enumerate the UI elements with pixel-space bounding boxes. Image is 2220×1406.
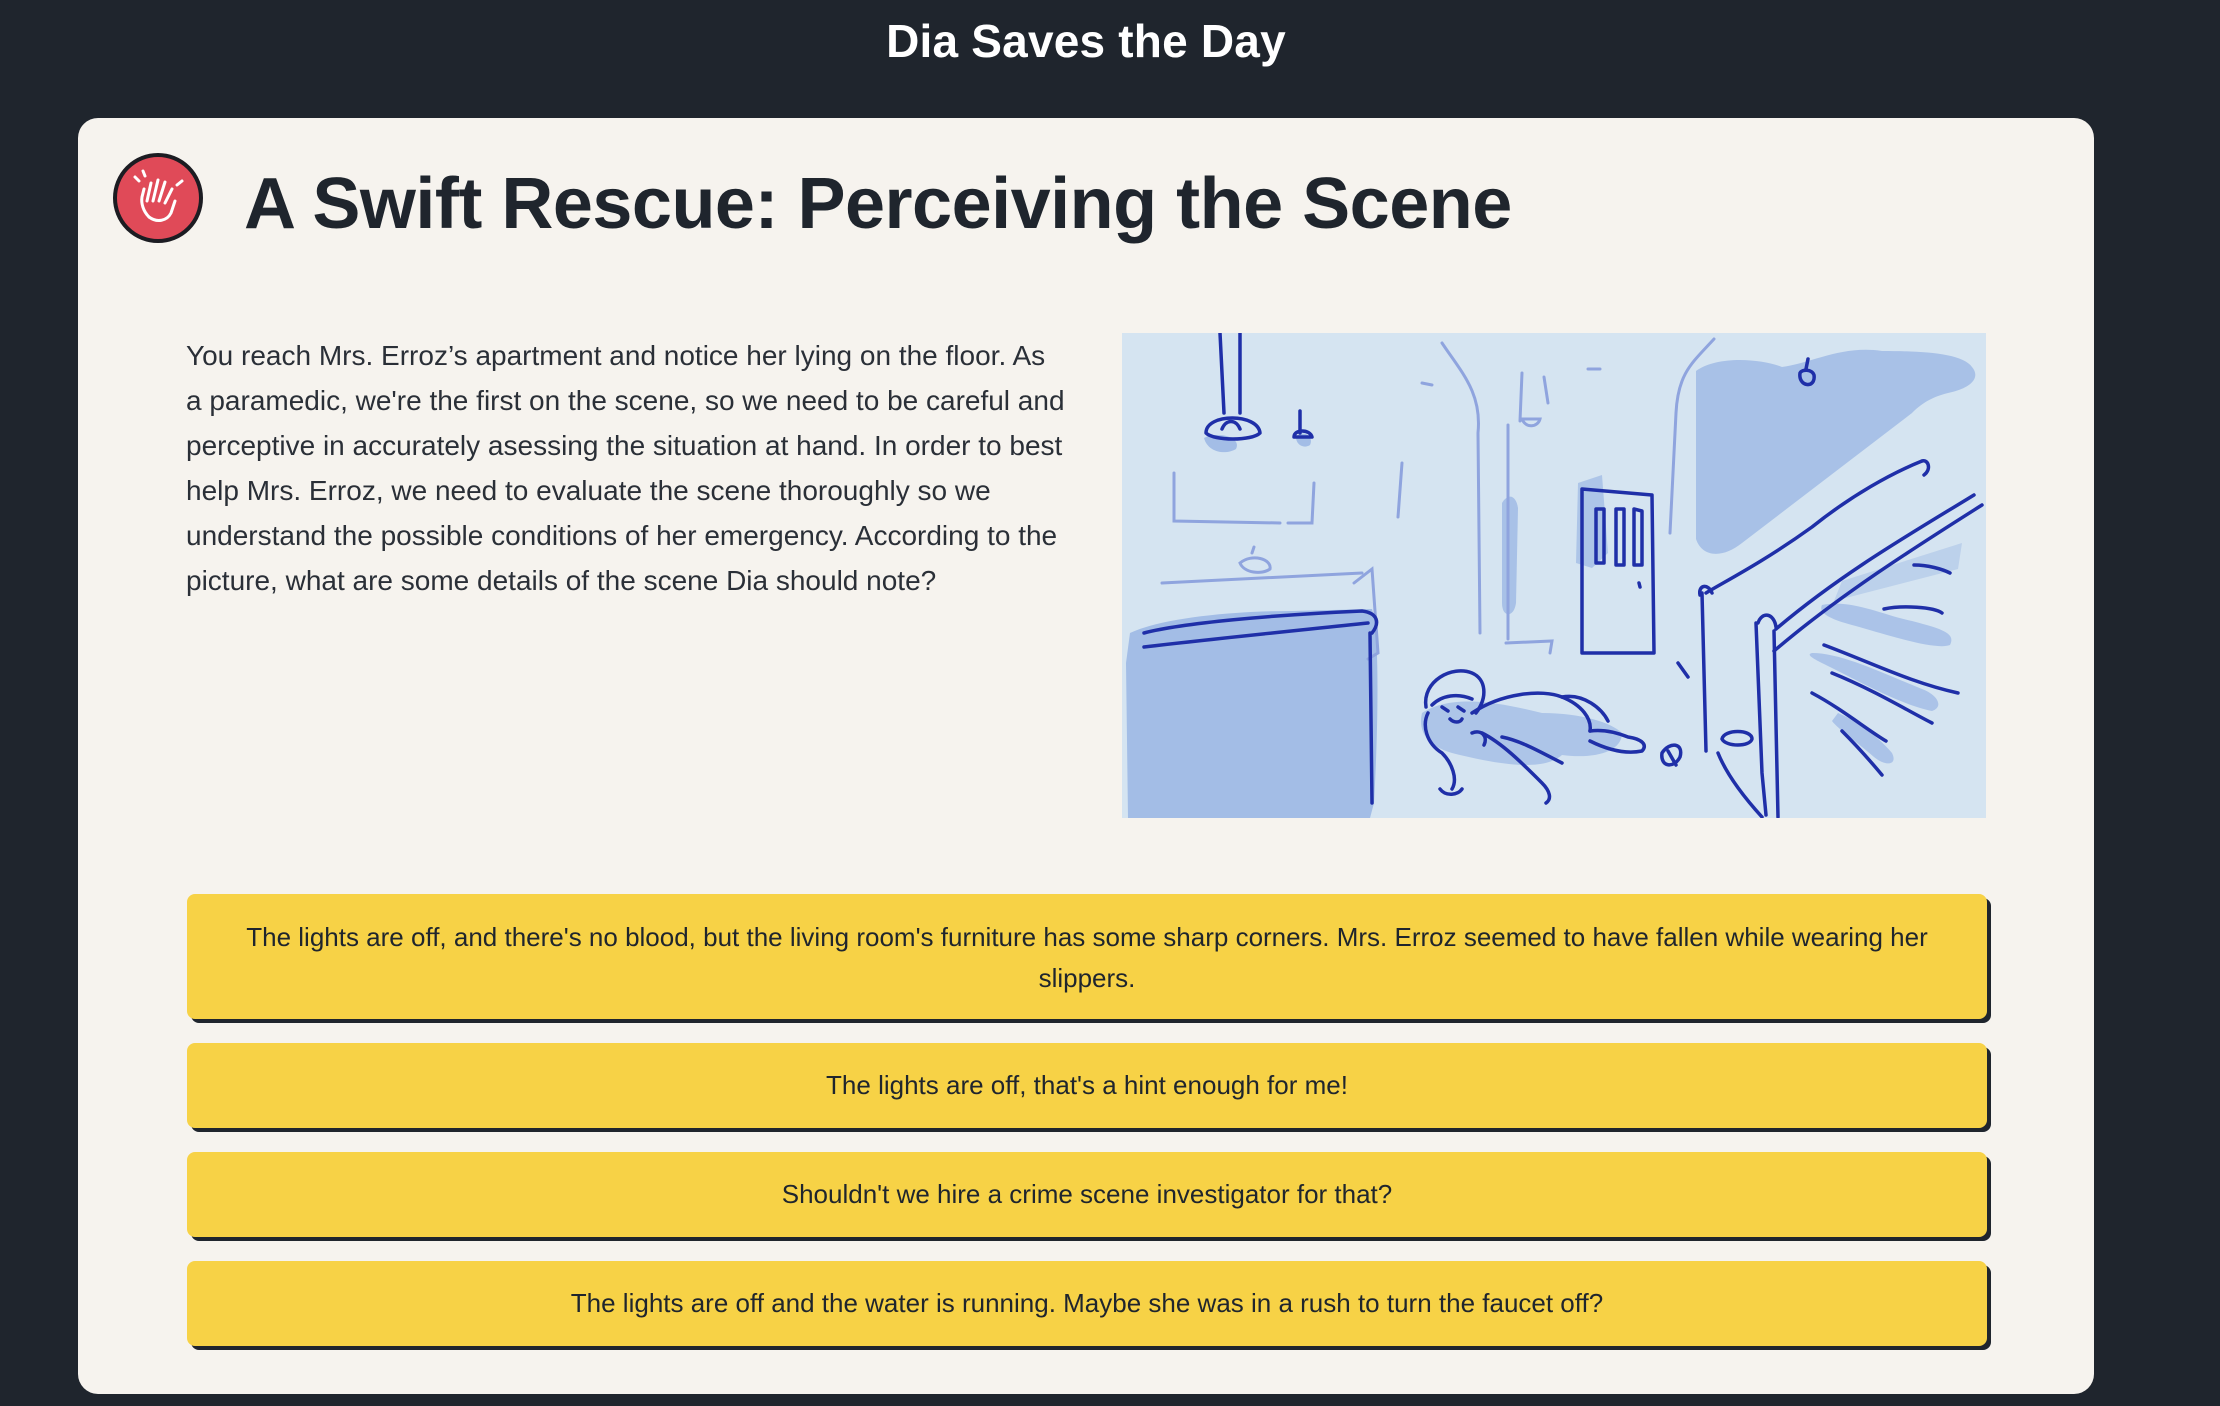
answer-options: The lights are off, and there's no blood… <box>187 894 1987 1370</box>
answer-option-3[interactable]: Shouldn't we hire a crime scene investig… <box>187 1152 1987 1237</box>
scene-illustration <box>1122 333 1986 818</box>
question-prompt: You reach Mrs. Erroz’s apartment and not… <box>186 340 1065 596</box>
answer-option-4[interactable]: The lights are off and the water is runn… <box>187 1261 1987 1346</box>
question-card: A Swift Rescue: Perceiving the Scene You… <box>78 118 2094 1394</box>
app-title: Dia Saves the Day <box>886 15 1286 67</box>
answer-option-2[interactable]: The lights are off, that's a hint enough… <box>187 1043 1987 1128</box>
question-heading: A Swift Rescue: Perceiving the Scene <box>244 164 1512 244</box>
waving-hand-icon <box>113 153 203 243</box>
answer-option-1[interactable]: The lights are off, and there's no blood… <box>187 894 1987 1019</box>
